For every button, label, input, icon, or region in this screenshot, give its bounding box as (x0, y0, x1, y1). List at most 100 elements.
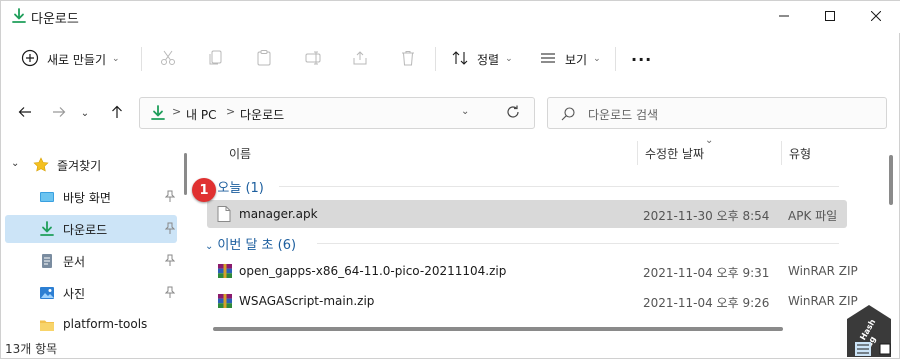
file-date: 2021-11-04 오후 9:26 (643, 296, 770, 310)
chevron-down-icon[interactable]: ⌄ (11, 158, 19, 169)
address-bar[interactable]: > 내 PC > 다운로드 ⌄ (139, 97, 535, 129)
share-button[interactable] (351, 43, 369, 75)
group-label: 오늘 (1) (217, 181, 264, 196)
chevron-down-icon[interactable]: ⌄ (461, 106, 469, 117)
file-date: 2021-11-04 오후 9:31 (643, 266, 770, 280)
status-bar: 13개 항목 (1, 339, 900, 359)
sidebar-item-label: 바탕 화면 (63, 191, 111, 205)
picture-icon (39, 285, 55, 301)
sidebar-item-platform-tools[interactable]: platform-tools (5, 311, 177, 339)
file-list: 이름 수정한 날짜 ⌄ 유형 ⌄ 오늘 (1) manager.apk 2021-… (197, 135, 887, 339)
copy-icon (207, 49, 225, 70)
file-name: WSAGAScript-main.zip (239, 294, 375, 308)
file-row[interactable]: open_gapps-x86_64-11.0-pico-20211104.zip… (207, 257, 860, 285)
forward-button[interactable] (45, 99, 73, 127)
column-header-type[interactable]: 유형 (789, 145, 811, 173)
winrar-icon (217, 263, 232, 279)
paste-icon (255, 49, 273, 70)
download-icon (39, 221, 55, 237)
paste-button[interactable] (255, 43, 273, 75)
file-type: APK 파일 (788, 209, 838, 223)
toolbar-divider (435, 47, 436, 71)
item-count: 13개 항목 (5, 342, 58, 356)
folder-icon (39, 317, 55, 333)
desktop-icon (39, 189, 55, 205)
view-button[interactable]: 보기 ⌄ (539, 43, 601, 75)
rename-button[interactable] (304, 43, 322, 75)
sidebar-item-downloads[interactable]: 다운로드 (5, 215, 177, 243)
sidebar-item-documents[interactable]: 문서 (5, 247, 177, 275)
command-bar: 새로 만들기 ⌄ 정렬 ⌄ 보기 ⌄ ··· (1, 37, 900, 83)
recent-locations-button[interactable]: ⌄ (75, 99, 95, 127)
search-placeholder: 다운로드 검색 (588, 108, 659, 122)
sidebar-item-desktop[interactable]: 바탕 화면 (5, 183, 177, 211)
group-header-earlier-this-month[interactable]: ⌄ 이번 달 초 (6) (205, 234, 296, 253)
pin-icon (164, 286, 176, 301)
file-icon (217, 206, 231, 222)
breadcrumb-separator: > (226, 105, 236, 118)
search-box[interactable]: 다운로드 검색 (547, 97, 887, 129)
breadcrumb-separator: > (172, 105, 182, 118)
file-row[interactable]: manager.apk 2021-11-30 오후 8:54 APK 파일 (207, 200, 847, 228)
details-view-icon[interactable] (855, 342, 871, 356)
up-button[interactable] (103, 99, 131, 127)
title-bar: 다운로드 (1, 1, 900, 33)
chevron-down-icon: ⌄ (593, 54, 601, 64)
sidebar-item-favorites[interactable]: ⌄ 즐겨찾기 (5, 151, 177, 179)
pin-icon (164, 222, 176, 237)
column-header-date[interactable]: 수정한 날짜 (645, 145, 704, 173)
sidebar-item-pictures[interactable]: 사진 (5, 279, 177, 307)
address-row: ⌄ > 내 PC > 다운로드 ⌄ 다운로드 검색 (1, 95, 900, 131)
file-explorer-window: 다운로드 새로 만들기 ⌄ 정렬 ⌄ 보기 ⌄ ··· ⌄ > 내 PC > 다… (0, 0, 900, 359)
minimize-button[interactable] (761, 1, 807, 33)
tiles-view-icon[interactable] (877, 342, 893, 356)
group-divider (317, 243, 839, 244)
column-header-name[interactable]: 이름 (229, 145, 251, 173)
sidebar-scrollbar[interactable] (184, 153, 187, 195)
maximize-icon (825, 10, 835, 24)
pin-icon (164, 254, 176, 269)
sidebar-item-label: 즐겨찾기 (57, 159, 102, 173)
trash-icon (399, 49, 417, 70)
new-button[interactable]: 새로 만들기 ⌄ (21, 43, 120, 75)
chevron-down-icon: ⌄ (205, 241, 214, 252)
winrar-icon (217, 293, 232, 309)
arrow-right-icon (52, 105, 66, 122)
file-list-vertical-scrollbar[interactable] (889, 155, 893, 205)
star-icon (33, 157, 49, 173)
file-row[interactable]: WSAGAScript-main.zip 2021-11-04 오후 9:26 … (207, 287, 860, 315)
file-type: WinRAR ZIP archive (788, 264, 860, 278)
breadcrumb-downloads[interactable]: 다운로드 (240, 106, 284, 123)
copy-button[interactable] (207, 43, 225, 75)
breadcrumb-this-pc[interactable]: 내 PC (186, 106, 216, 123)
chevron-down-icon: ⌄ (80, 107, 90, 119)
maximize-button[interactable] (807, 1, 853, 33)
download-icon (11, 8, 27, 24)
sort-label: 정렬 (477, 52, 500, 67)
cut-button[interactable] (159, 43, 177, 75)
close-button[interactable] (853, 1, 899, 33)
download-icon (150, 105, 166, 124)
back-button[interactable] (11, 99, 39, 127)
sort-icon (451, 49, 469, 70)
cut-icon (159, 49, 177, 70)
file-list-horizontal-scrollbar[interactable] (213, 327, 783, 331)
search-icon (560, 106, 576, 125)
annotation-badge: 1 (192, 178, 216, 202)
rename-icon (304, 49, 322, 70)
more-options-button[interactable]: ··· (631, 43, 652, 75)
refresh-icon[interactable] (505, 104, 521, 123)
sort-button[interactable]: 정렬 ⌄ (451, 43, 513, 75)
sort-chevron-icon: ⌄ (705, 135, 714, 146)
navigation-pane: ⌄ 즐겨찾기 바탕 화면 다운로드 문서 사진 platform-tools (1, 147, 179, 341)
close-icon (870, 10, 882, 24)
group-divider (279, 186, 839, 187)
file-name: open_gapps-x86_64-11.0-pico-20211104.zip (239, 264, 507, 278)
view-label: 보기 (565, 52, 588, 67)
plus-circle-icon (21, 49, 39, 70)
more-icon: ··· (631, 49, 653, 69)
delete-button[interactable] (399, 43, 417, 75)
chevron-down-icon: ⌄ (505, 54, 513, 64)
group-label: 이번 달 초 (6) (217, 238, 297, 253)
sidebar-item-label: 문서 (63, 255, 86, 269)
